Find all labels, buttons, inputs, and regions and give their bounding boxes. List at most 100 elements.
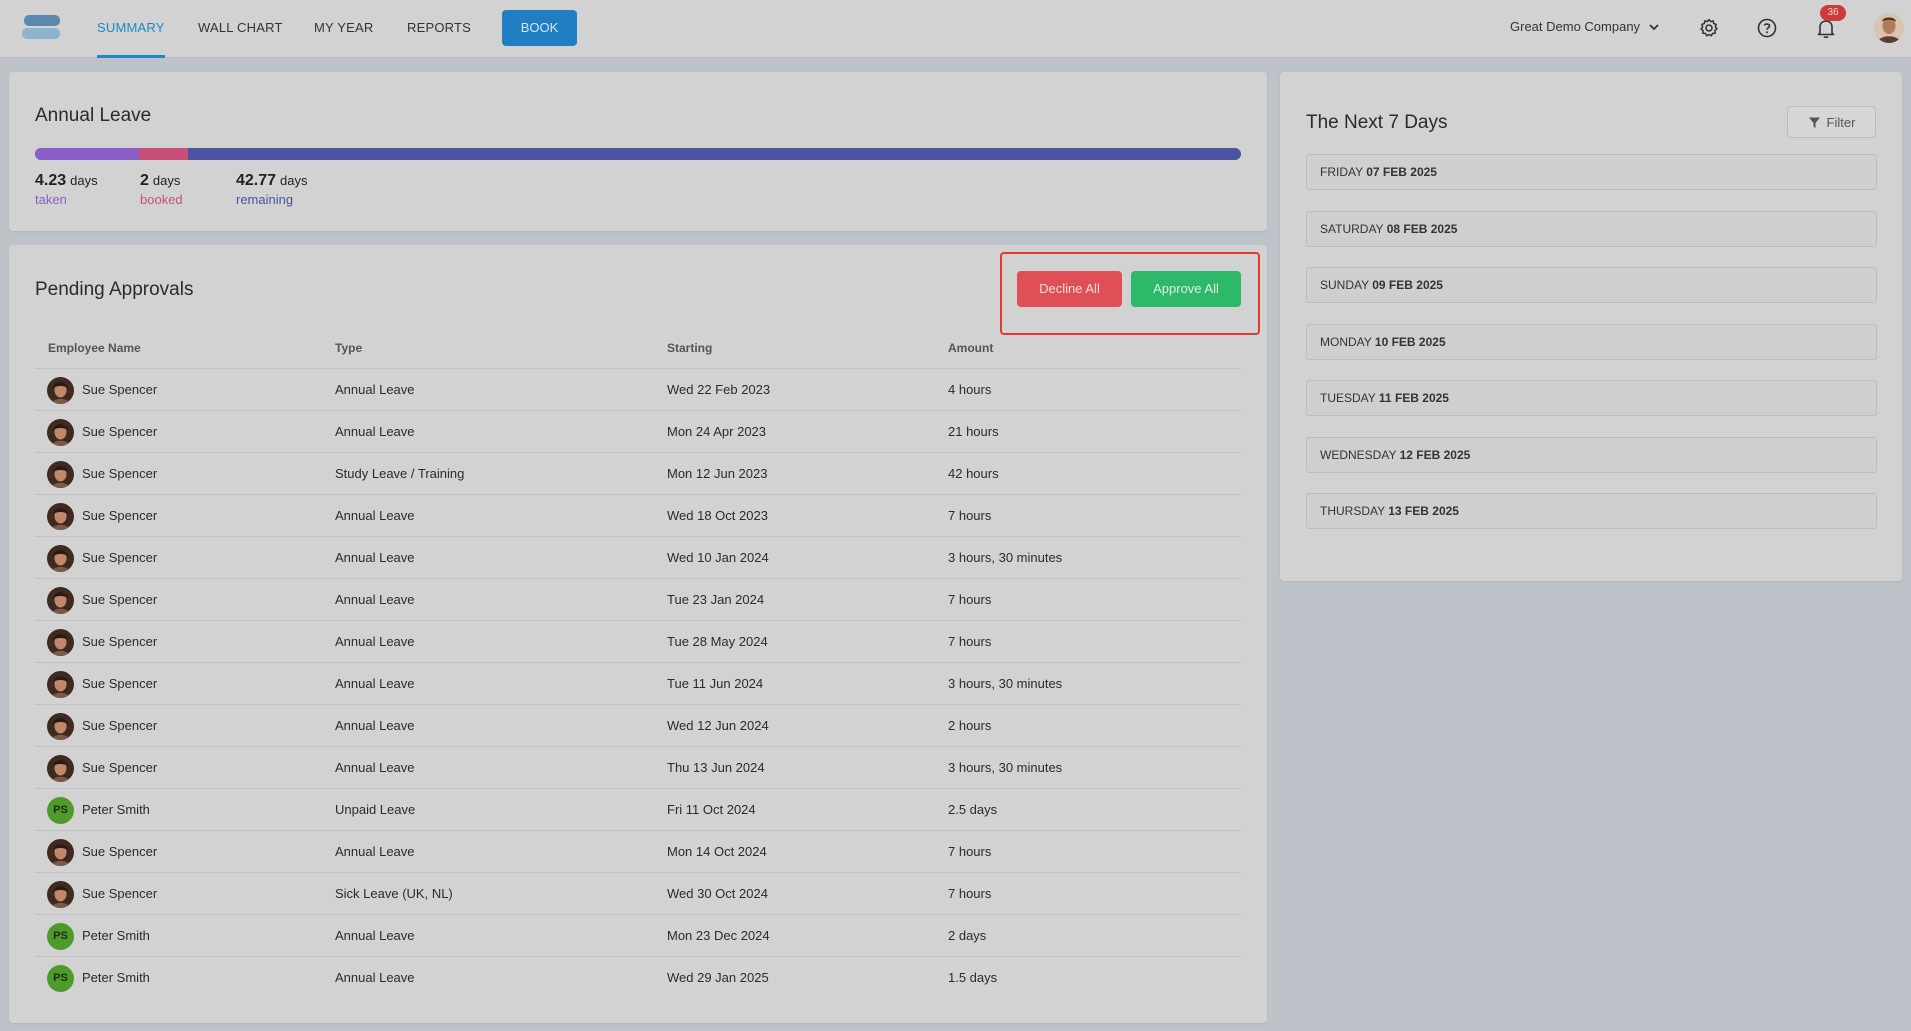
table-row[interactable]: Sue Spencer Sick Leave (UK, NL) Wed 30 Oct… [35, 873, 1241, 915]
start-date: Mon 24 Apr 2023 [667, 424, 767, 439]
start-date: Wed 18 Oct 2023 [667, 508, 768, 523]
employee-name: Peter Smith [82, 970, 150, 985]
filter-label: Filter [1826, 114, 1856, 130]
leave-amount: 2.5 days [948, 802, 998, 817]
employee-name: Sue Spencer [82, 886, 158, 901]
start-date: Tue 28 May 2024 [667, 634, 768, 649]
leave-type: Annual Leave [335, 970, 415, 985]
day-date: 12 FEB 2025 [1399, 447, 1471, 462]
start-date: Wed 30 Oct 2024 [667, 886, 768, 901]
table-row[interactable]: Sue Spencer Annual Leave Tue 28 May 2024 7 … [35, 621, 1241, 663]
table-row[interactable]: Sue Spencer Annual Leave Tue 23 Jan 2024 7 … [35, 579, 1241, 621]
employee-name: Sue Spencer [82, 634, 158, 649]
booked-stat: 2 days booked [140, 172, 183, 207]
day-item[interactable]: WEDNESDAY 12 FEB 2025 [1306, 436, 1877, 473]
table-row[interactable]: PS Peter Smith Annual Leave Mon 23 Dec 2024… [35, 915, 1241, 957]
tab-reports[interactable]: REPORTS [407, 0, 471, 58]
leave-type: Annual Leave [335, 718, 415, 733]
day-weekday: SATURDAY [1320, 221, 1384, 236]
start-date: Tue 11 Jun 2024 [667, 676, 764, 691]
settings-gear-icon[interactable] [1697, 16, 1721, 40]
annual-leave-title: Annual Leave [35, 105, 152, 126]
day-item[interactable]: TUESDAY 11 FEB 2025 [1306, 380, 1877, 416]
day-weekday: FRIDAY [1320, 165, 1363, 179]
employee-initials-avatar: PS [47, 923, 74, 950]
filter-button[interactable]: Filter [1787, 106, 1876, 138]
table-row[interactable]: Sue Spencer Annual Leave Wed 22 Feb 2023 4 … [35, 369, 1241, 411]
day-weekday: WEDNESDAY [1320, 447, 1397, 462]
employee-photo-avatar [47, 503, 74, 530]
user-avatar[interactable] [1874, 13, 1904, 43]
employee-name: Peter Smith [82, 802, 150, 817]
leave-taken-segment [35, 148, 139, 160]
leave-amount: 1.5 days [948, 970, 998, 985]
employee-photo-avatar [47, 755, 74, 782]
booked-value: 2 [140, 172, 149, 189]
leave-amount: 42 hours [948, 466, 999, 481]
pending-approvals-title: Pending Approvals [35, 279, 194, 300]
approve-all-button[interactable]: Approve All [1131, 271, 1241, 307]
leave-amount: 3 hours, 30 minutes [948, 550, 1063, 565]
leave-type: Annual Leave [335, 844, 415, 859]
start-date: Mon 14 Oct 2024 [667, 844, 767, 859]
day-item[interactable]: THURSDAY 13 FEB 2025 [1306, 493, 1877, 529]
leave-booked-segment [139, 148, 188, 160]
employee-photo-avatar [47, 545, 74, 572]
leave-type: Annual Leave [335, 592, 415, 607]
day-item[interactable]: MONDAY 10 FEB 2025 [1306, 323, 1877, 360]
table-row[interactable]: Sue Spencer Study Leave / Training Mon 12 … [35, 453, 1241, 495]
employee-photo-avatar [47, 881, 74, 908]
table-body: Sue Spencer Annual Leave Wed 22 Feb 2023 4 … [35, 369, 1241, 999]
leave-type: Unpaid Leave [335, 802, 416, 817]
day-item[interactable]: SUNDAY 09 FEB 2025 [1306, 267, 1877, 303]
remaining-unit: days [280, 173, 308, 188]
day-weekday: SUNDAY [1320, 278, 1369, 292]
leave-type: Sick Leave (UK, NL) [335, 886, 453, 901]
employee-photo-avatar [47, 377, 74, 404]
employee-initials-avatar: PS [47, 797, 74, 824]
tab-my-year[interactable]: MY YEAR [314, 0, 373, 58]
table-row[interactable]: Sue Spencer Annual Leave Wed 18 Oct 2023 7 … [35, 495, 1241, 537]
remaining-value: 42.77 [236, 172, 277, 189]
pending-approvals-table: Employee Name Type Starting Amount Sue S… [35, 333, 1241, 999]
leave-type: Annual Leave [335, 676, 415, 691]
decline-all-button[interactable]: Decline All [1017, 271, 1122, 307]
table-row[interactable]: Sue Spencer Annual Leave Wed 10 Jan 2024 3 … [35, 537, 1241, 579]
table-row[interactable]: Sue Spencer Annual Leave Mon 24 Apr 2023 21… [35, 411, 1241, 453]
start-date: Mon 12 Jun 2023 [667, 466, 768, 481]
top-navigation-bar: SUMMARY WALL CHART MY YEAR REPORTS BOOK … [0, 0, 1911, 58]
tab-wall-chart[interactable]: WALL CHART [198, 0, 283, 58]
employee-photo-avatar [47, 587, 74, 614]
day-item[interactable]: FRIDAY 07 FEB 2025 [1306, 154, 1877, 190]
app-logo-icon[interactable] [20, 13, 64, 43]
day-date: 08 FEB 2025 [1386, 221, 1458, 236]
leave-type: Annual Leave [335, 760, 415, 775]
start-date: Wed 12 Jun 2024 [667, 718, 769, 733]
company-selector[interactable]: Great Demo Company [1510, 19, 1660, 34]
table-header: Employee Name Type Starting Amount [35, 333, 1241, 369]
booked-unit: days [152, 173, 181, 188]
start-date: Wed 22 Feb 2023 [667, 382, 771, 397]
employee-name: Sue Spencer [82, 550, 158, 565]
leave-amount: 7 hours [948, 634, 992, 649]
tab-summary[interactable]: SUMMARY [97, 0, 165, 58]
leave-amount: 7 hours [948, 844, 992, 859]
table-row[interactable]: Sue Spencer Annual Leave Mon 14 Oct 2024 7 … [35, 831, 1241, 873]
taken-unit: days [70, 173, 98, 188]
employee-photo-avatar [47, 419, 74, 446]
employee-photo-avatar [47, 839, 74, 866]
table-row[interactable]: Sue Spencer Annual Leave Tue 11 Jun 2024 3 … [35, 663, 1241, 705]
table-row[interactable]: PS Peter Smith Annual Leave Wed 29 Jan 2025… [35, 957, 1241, 999]
day-item[interactable]: SATURDAY 08 FEB 2025 [1306, 210, 1877, 247]
book-button[interactable]: BOOK [502, 10, 577, 46]
leave-amount: 7 hours [948, 886, 992, 901]
remaining-stat: 42.77 days remaining [236, 172, 308, 207]
table-row[interactable]: Sue Spencer Annual Leave Wed 12 Jun 2024 2 … [35, 705, 1241, 747]
annual-leave-card: Annual Leave 4.23 days taken 2 days booked… [9, 72, 1267, 231]
start-date: Fri 11 Oct 2024 [667, 802, 756, 817]
table-row[interactable]: Sue Spencer Annual Leave Thu 13 Jun 2024 3 … [35, 747, 1241, 789]
help-question-icon[interactable] [1755, 16, 1779, 40]
employee-name: Sue Spencer [82, 844, 158, 859]
employee-name: Sue Spencer [82, 508, 158, 523]
table-row[interactable]: PS Peter Smith Unpaid Leave Fri 11 Oct 2024… [35, 789, 1241, 831]
